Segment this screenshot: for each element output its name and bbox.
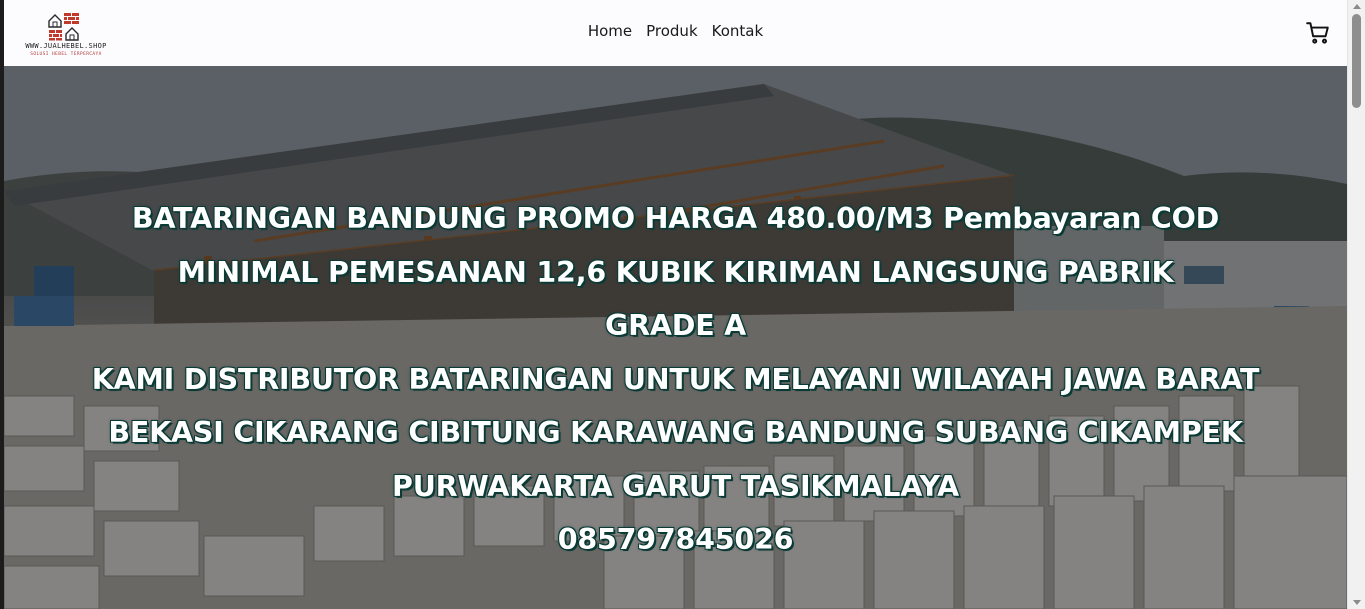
shopping-cart-icon [1306,22,1329,44]
logo-tagline: SOLUSI HEBEL TERPERCAYA [30,52,102,57]
hero-line-areas-2: PURWAKARTA GARUT TASIKMALAYA [392,469,959,503]
nav-link-kontak[interactable]: Kontak [712,22,764,40]
hero-headline: BATARINGAN BANDUNG PROMO HARGA 480.00/M3… [4,192,1347,567]
nav-menu: Home Produk Kontak [588,22,763,40]
cart-button[interactable] [1305,20,1331,46]
site-logo[interactable]: WWW.JUALHEBEL.SHOP SOLUSI HEBEL TERPERCA… [18,4,114,62]
logo-url-text: WWW.JUALHEBEL.SHOP [25,42,107,50]
scrollbar-thumb[interactable] [1352,14,1361,108]
hero-line-phone: 085797845026 [557,523,794,556]
hero-line-distributor: KAMI DISTRIBUTOR BATARINGAN UNTUK MELAYA… [91,362,1260,396]
hero-line-grade: GRADE A [604,309,747,342]
navbar: WWW.JUALHEBEL.SHOP SOLUSI HEBEL TERPERCA… [4,0,1347,66]
hero-banner: BATARINGAN BANDUNG PROMO HARGA 480.00/M3… [4,66,1347,609]
scroll-down-arrow-icon[interactable] [1353,600,1361,605]
page: WWW.JUALHEBEL.SHOP SOLUSI HEBEL TERPERCA… [4,0,1347,609]
nav-link-produk[interactable]: Produk [646,22,698,40]
hero-line-minimum-order: MINIMAL PEMESANAN 12,6 KUBIK KIRIMAN LAN… [177,255,1174,289]
hero-line-areas-1: BEKASI CIKARANG CIBITUNG KARAWANG BANDUN… [108,416,1243,449]
brick-house-logo-icon [48,13,79,41]
vertical-scrollbar[interactable] [1347,0,1365,609]
scroll-up-arrow-icon[interactable] [1353,4,1361,9]
hero-line-promo: BATARINGAN BANDUNG PROMO HARGA 480.00/M3… [131,202,1220,235]
nav-link-home[interactable]: Home [588,22,632,40]
